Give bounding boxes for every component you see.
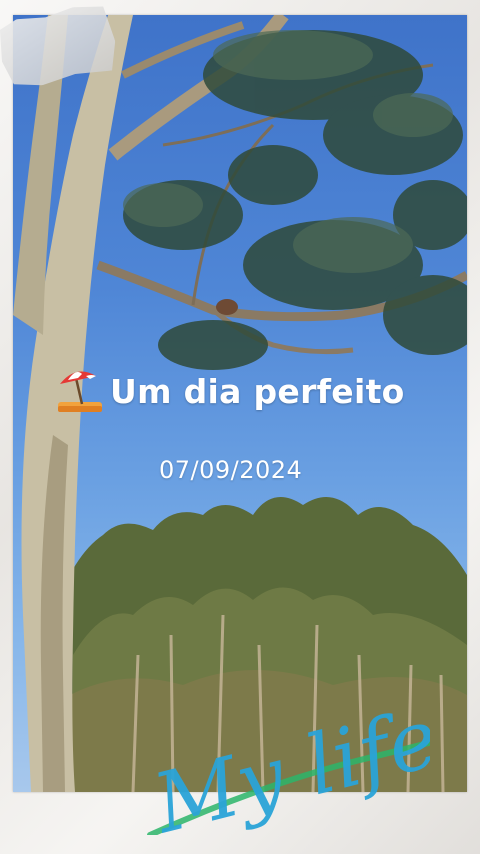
title-overlay: Um dia perfeito <box>56 366 436 416</box>
date-text: 07/09/2024 <box>159 456 303 484</box>
title-text: Um dia perfeito <box>110 371 405 411</box>
beach-umbrella-icon <box>56 366 104 416</box>
frame-bottom-margin <box>0 792 480 854</box>
